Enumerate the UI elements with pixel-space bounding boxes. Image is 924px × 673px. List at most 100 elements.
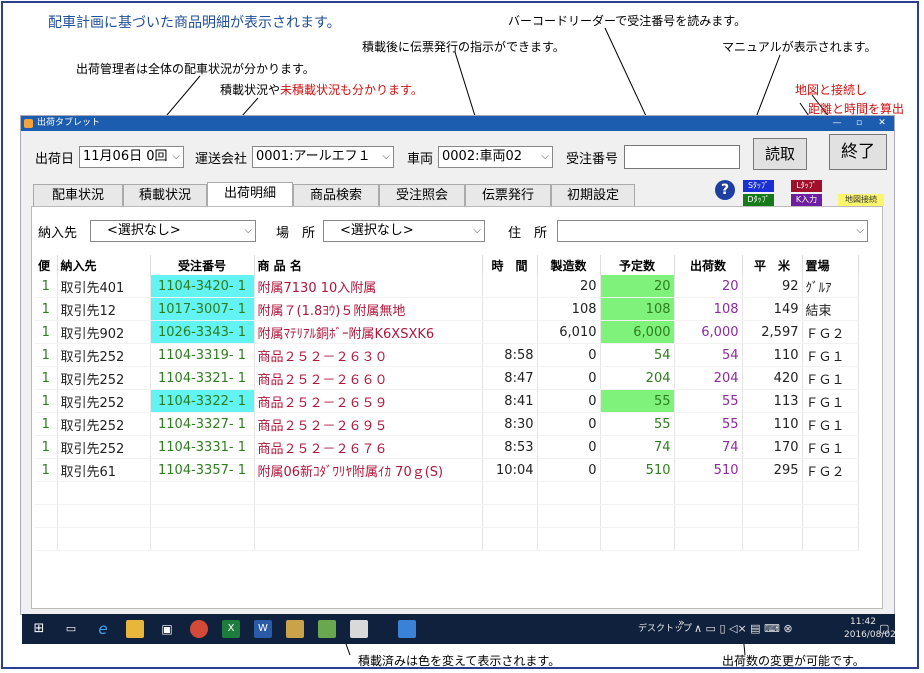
- cell-loc: [802, 504, 859, 528]
- cell-ship[interactable]: 6,000: [674, 320, 743, 344]
- table-row[interactable]: 1 取引先252 1104-3319- 1 商品２５２－２６３０ 8:58 0 54 54 11…: [35, 343, 859, 367]
- table-row[interactable]: 1 取引先252 1104-3322- 1 商品２５２－２６５９ 8:41 0 55 55 11…: [35, 389, 859, 413]
- col-header-order: 受注番号: [150, 255, 255, 275]
- table-row[interactable]: 1 取引先252 1104-3321- 1 商品２５２－２６６０ 8:47 0 204 204…: [35, 366, 859, 390]
- cell-ship[interactable]: 55: [674, 412, 743, 436]
- cell-made: 108: [537, 297, 601, 321]
- chevron-down-icon: ⌵: [856, 225, 864, 236]
- table-row[interactable]: 1 取引先12 1017-3007- 1 附属７(1.8ﾖｳ)５附属無地 108 108 1…: [35, 297, 859, 321]
- vehicle-select[interactable]: 0002:車両02 ⌵: [438, 146, 553, 168]
- minimize-icon[interactable]: —: [826, 116, 848, 131]
- cell-time: [482, 481, 538, 505]
- cell-ship[interactable]: [674, 481, 743, 505]
- ship-date-select[interactable]: 11月06日 0回 ⌵: [79, 146, 184, 168]
- cell-area: [742, 527, 803, 551]
- shipping-app-icon[interactable]: [398, 620, 416, 638]
- table-row[interactable]: [35, 481, 859, 505]
- dest-select[interactable]: <選択なし> ⌵: [90, 220, 256, 242]
- window-app-icon[interactable]: [350, 620, 368, 638]
- notification-icon[interactable]: ▢: [879, 614, 889, 644]
- cell-ship[interactable]: [674, 527, 743, 551]
- table-row[interactable]: 1 取引先252 1104-3331- 1 商品２５２－２６７６ 8:53 0 74 74 17…: [35, 435, 859, 459]
- l-tap-button[interactable]: Lﾀｯﾌﾟ: [791, 180, 822, 192]
- cell-made: 20: [537, 275, 601, 298]
- table-row[interactable]: 1 取引先902 1026-3343- 1 附属ﾏﾃﾘｱﾙ銅ﾎﾞｰ附属K6XSXK6 6…: [35, 320, 859, 344]
- cell-product: 商品２５２－２６９５: [254, 412, 483, 436]
- company-select[interactable]: 0001:アールエフ１ ⌵: [252, 146, 394, 168]
- table-row[interactable]: [35, 527, 859, 551]
- cell-bin: [35, 527, 58, 551]
- cell-product: 附属06新ｺﾀﾞﾜﾘﾔ附属ｲｶ 70ｇ(S): [254, 458, 483, 482]
- tab-order-inquiry[interactable]: 受注照会: [379, 184, 465, 206]
- exit-button[interactable]: 終了: [829, 134, 887, 170]
- tab-loading-status[interactable]: 積載状況: [123, 184, 207, 206]
- folder-icon[interactable]: [286, 620, 304, 638]
- cell-order: 1026-3343- 1: [150, 320, 255, 344]
- chevron-down-icon: ⌵: [244, 225, 252, 236]
- cell-order: 1017-3007- 1: [150, 297, 255, 321]
- tab-shipping-detail[interactable]: 出荷明細: [207, 182, 293, 207]
- cell-ship[interactable]: 204: [674, 366, 743, 390]
- cell-ship[interactable]: 54: [674, 343, 743, 367]
- windows-start-icon[interactable]: ⊞: [30, 620, 48, 638]
- word-icon[interactable]: W: [254, 620, 272, 638]
- cell-ship[interactable]: 510: [674, 458, 743, 482]
- cell-ship[interactable]: 74: [674, 435, 743, 459]
- cell-time: 8:41: [482, 389, 538, 413]
- cell-product: 商品２５２－２６６０: [254, 366, 483, 390]
- store-icon[interactable]: ▣: [158, 620, 176, 638]
- annotation-slip: 積載後に伝票発行の指示ができます。: [362, 40, 565, 54]
- cell-ship[interactable]: [674, 504, 743, 528]
- address-select[interactable]: ⌵: [557, 220, 868, 242]
- tab-product-search[interactable]: 商品検索: [293, 184, 379, 206]
- cell-made: 0: [537, 366, 601, 390]
- table-row[interactable]: 1 取引先61 1104-3357- 1 附属06新ｺﾀﾞﾜﾘﾔ附属ｲｶ 70ｇ(S)…: [35, 458, 859, 482]
- cell-dest: 取引先252: [57, 435, 151, 459]
- cell-ship[interactable]: 108: [674, 297, 743, 321]
- cell-dest: 取引先61: [57, 458, 151, 482]
- s-tap-button[interactable]: Sﾀｯﾌﾟ: [743, 180, 774, 192]
- tab-slip-issue[interactable]: 伝票発行: [465, 184, 551, 206]
- cell-bin: 1: [35, 275, 58, 298]
- d-tap-button[interactable]: Dﾀｯﾌﾟ: [743, 194, 774, 206]
- table-row[interactable]: 1 取引先252 1104-3327- 1 商品２５２－２６９５ 8:30 0 55 55 11…: [35, 412, 859, 436]
- tab-dispatch-status[interactable]: 配車状況: [33, 184, 123, 206]
- cell-dest: 取引先12: [57, 297, 151, 321]
- cell-area: [742, 481, 803, 505]
- map-connect-button[interactable]: 地図接続: [838, 194, 884, 206]
- table-row[interactable]: [35, 504, 859, 528]
- cell-ship[interactable]: 55: [674, 389, 743, 413]
- maximize-icon[interactable]: ▫: [848, 116, 870, 131]
- cell-product: [254, 481, 483, 505]
- table-row[interactable]: 1 取引先401 1104-3420- 1 附属7130 10入附属 20 20 20 92 ｸ…: [35, 275, 859, 298]
- cell-ship[interactable]: 20: [674, 275, 743, 298]
- cell-dest: 取引先902: [57, 320, 151, 344]
- cell-bin: 1: [35, 366, 58, 390]
- close-icon[interactable]: ✕: [871, 116, 893, 131]
- cell-order: 1104-3322- 1: [150, 389, 255, 413]
- cell-area: 295: [742, 458, 803, 482]
- chrome-icon[interactable]: [190, 620, 208, 638]
- cell-loc: ｸﾞﾙｱ: [802, 275, 859, 298]
- place-select[interactable]: <選択なし> ⌵: [323, 220, 485, 242]
- chevron-down-icon: ⌵: [541, 151, 549, 162]
- app-icon-green[interactable]: [318, 620, 336, 638]
- cell-plan: 108: [600, 297, 675, 321]
- title-bar: 出荷タブレット — ▫ ✕: [21, 116, 894, 131]
- cell-time: [482, 275, 538, 298]
- task-view-icon[interactable]: ▭: [62, 620, 80, 638]
- k-input-button[interactable]: K入力: [791, 194, 822, 206]
- edge-icon[interactable]: e: [94, 620, 112, 638]
- tray-icons[interactable]: ∧ ▭ ▯ ◁× ▤ ⌨ ⊗: [694, 614, 793, 644]
- chevron-icon[interactable]: »: [678, 608, 685, 638]
- cell-bin: [35, 504, 58, 528]
- cell-loc: ＦＧ１: [802, 366, 859, 390]
- excel-icon[interactable]: X: [222, 620, 240, 638]
- read-button[interactable]: 読取: [753, 138, 807, 170]
- explorer-icon[interactable]: [126, 620, 144, 638]
- tab-initial-settings[interactable]: 初期設定: [551, 184, 635, 206]
- order-number-input[interactable]: [624, 145, 740, 169]
- help-icon[interactable]: ?: [715, 180, 735, 200]
- col-header-loc: 置場: [802, 255, 859, 275]
- cell-order: [150, 504, 255, 528]
